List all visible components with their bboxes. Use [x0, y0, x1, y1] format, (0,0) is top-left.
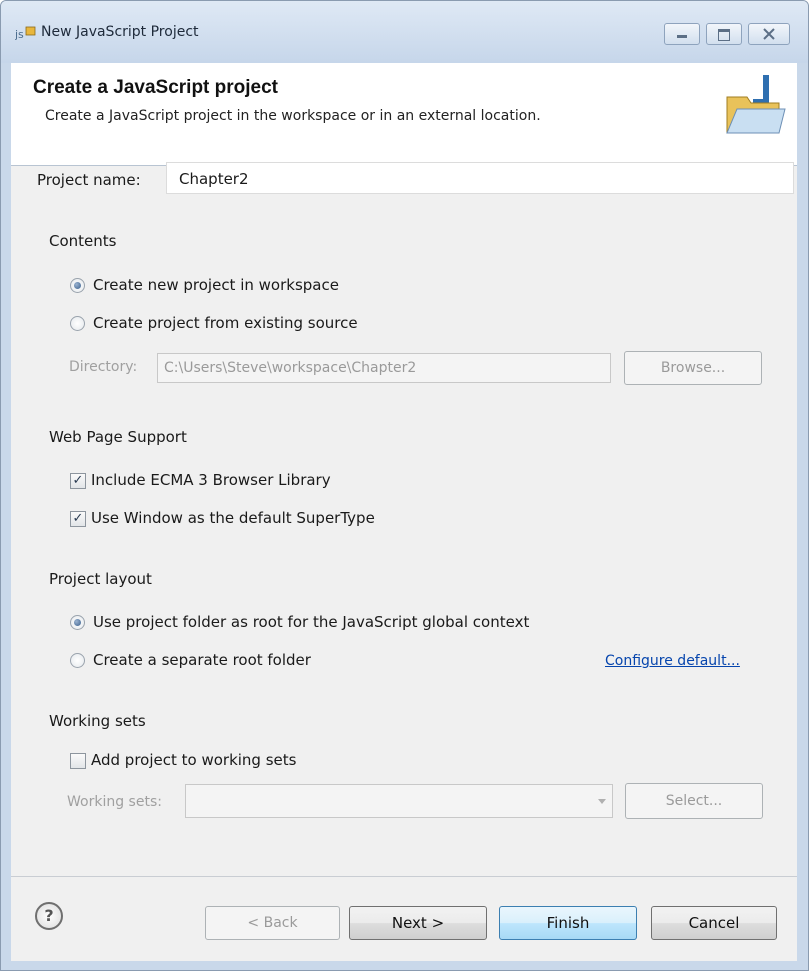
directory-input[interactable]: C:\Users\Steve\workspace\Chapter2 [157, 353, 611, 383]
working-sets-label: Working sets: [67, 794, 162, 810]
directory-label: Directory: [69, 359, 138, 375]
existing-source-radio[interactable] [70, 316, 85, 331]
wizard-title: Create a JavaScript project [33, 77, 279, 98]
back-button[interactable]: < Back [205, 906, 340, 940]
include-ecma-checkbox[interactable]: ✓ [70, 473, 86, 489]
window-title: New JavaScript Project [41, 24, 199, 40]
next-button[interactable]: Next > [349, 906, 487, 940]
web-page-support-heading: Web Page Support [49, 428, 187, 446]
contents-heading: Contents [49, 232, 117, 250]
help-icon[interactable]: ? [35, 902, 63, 930]
finish-button[interactable]: Finish [499, 906, 637, 940]
separate-root-radio[interactable] [70, 653, 85, 668]
window-supertype-label[interactable]: Use Window as the default SuperType [91, 509, 375, 527]
add-to-working-sets-checkbox[interactable] [70, 753, 86, 769]
project-name-input[interactable]: Chapter2 [166, 162, 794, 194]
close-button[interactable] [748, 23, 790, 45]
create-new-project-label[interactable]: Create new project in workspace [93, 276, 339, 294]
project-name-label: Project name: [37, 171, 141, 189]
project-folder-root-label[interactable]: Use project folder as root for the JavaS… [93, 613, 529, 631]
browse-button[interactable]: Browse... [624, 351, 762, 385]
dialog-window: js New JavaScript Project Create a JavaS… [0, 0, 809, 971]
svg-text:js: js [15, 28, 24, 41]
cancel-button[interactable]: Cancel [651, 906, 777, 940]
maximize-icon [718, 29, 730, 41]
include-ecma-label[interactable]: Include ECMA 3 Browser Library [91, 471, 331, 489]
title-bar[interactable]: js New JavaScript Project [1, 1, 808, 63]
folder-icon [726, 75, 786, 134]
close-icon [763, 28, 775, 40]
window-supertype-checkbox[interactable]: ✓ [70, 511, 86, 527]
working-sets-combo[interactable] [185, 784, 613, 818]
javascript-project-icon: js [15, 26, 36, 41]
existing-source-label[interactable]: Create project from existing source [93, 314, 358, 332]
minimize-icon [677, 35, 687, 38]
project-layout-heading: Project layout [49, 570, 152, 588]
maximize-button[interactable] [706, 23, 742, 45]
wizard-page: Project name: Chapter2 Contents Create n… [11, 162, 797, 876]
chevron-down-icon [598, 799, 606, 804]
working-sets-heading: Working sets [49, 712, 146, 730]
add-to-working-sets-label[interactable]: Add project to working sets [91, 751, 296, 769]
project-folder-root-radio[interactable] [70, 615, 85, 630]
minimize-button[interactable] [664, 23, 700, 45]
wizard-footer: ? < Back Next > Finish Cancel [11, 876, 797, 961]
select-working-sets-button[interactable]: Select... [625, 783, 763, 819]
separate-root-label[interactable]: Create a separate root folder [93, 651, 311, 669]
create-new-project-radio[interactable] [70, 278, 85, 293]
wizard-description: Create a JavaScript project in the works… [45, 108, 541, 124]
wizard-banner: Create a JavaScript project Create a Jav… [11, 63, 797, 166]
configure-default-link[interactable]: Configure default... [605, 653, 740, 669]
